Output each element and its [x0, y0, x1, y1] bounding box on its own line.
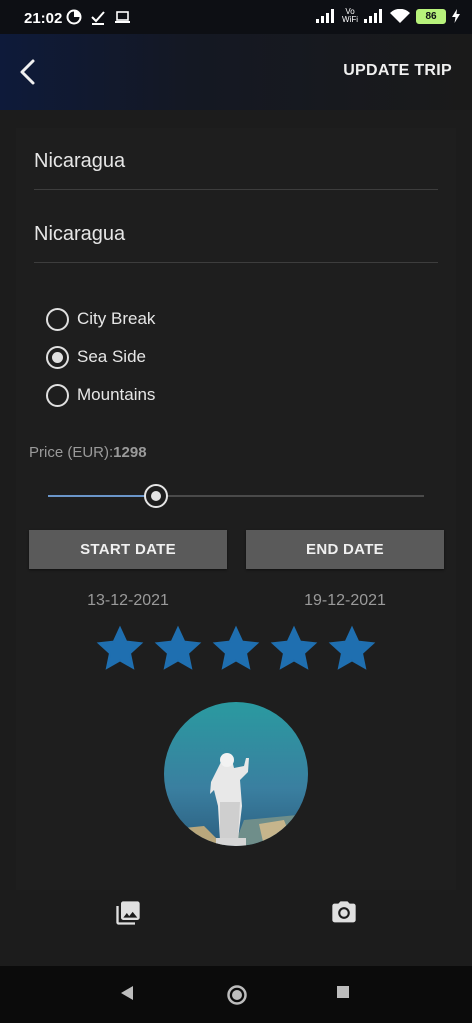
radio-label: Mountains [77, 385, 156, 404]
radio-label: City Break [77, 309, 156, 328]
statue-photo-image [164, 702, 308, 846]
task-done-icon [91, 11, 105, 25]
battery-indicator: 86 [416, 8, 446, 24]
gallery-button[interactable] [112, 897, 144, 929]
nav-recents-button[interactable] [335, 984, 351, 1005]
radio-city-break[interactable]: City Break [46, 300, 155, 338]
end-date-button[interactable]: END DATE [246, 530, 444, 569]
nav-back-button[interactable] [118, 984, 136, 1007]
slider-thumb[interactable] [144, 484, 168, 508]
destination-field[interactable] [34, 223, 438, 263]
radio-label: Sea Side [77, 347, 146, 366]
start-date-value: 13-12-2021 [87, 592, 169, 609]
trip-photo [164, 702, 308, 846]
wifi-icon [390, 8, 410, 23]
signal-icon [316, 9, 334, 23]
camera-button[interactable] [328, 897, 360, 929]
radio-button-checked-icon[interactable] [46, 345, 69, 369]
start-date-button[interactable]: START DATE [29, 530, 227, 569]
nav-back-icon [121, 986, 133, 1000]
status-time: 21:02 [24, 10, 63, 27]
vowifi-indicator: Vo WiFi [342, 7, 358, 24]
signal-2-icon [364, 9, 382, 23]
status-bar: 21:02 Vo WiFi 86 [0, 0, 472, 34]
trip-name-field[interactable] [34, 150, 438, 190]
price-value: 1298 [113, 444, 147, 461]
slider-fill [48, 495, 146, 497]
destination-input[interactable] [34, 223, 438, 246]
end-date-value: 19-12-2021 [304, 592, 386, 609]
charging-icon [452, 9, 460, 23]
trip-name-input[interactable] [34, 150, 438, 173]
trip-type-radio-group: City Break Sea Side Mountains [46, 300, 155, 414]
rating-bar[interactable] [96, 625, 376, 673]
back-button[interactable] [14, 56, 44, 88]
radio-sea-side[interactable]: Sea Side [46, 338, 155, 376]
nav-home-button[interactable] [226, 984, 248, 1011]
star-filled-icon[interactable] [270, 625, 318, 673]
radio-button-unchecked-icon[interactable] [46, 383, 69, 407]
photo-library-icon [116, 901, 140, 925]
star-filled-icon[interactable] [154, 625, 202, 673]
price-slider[interactable] [48, 480, 424, 512]
star-filled-icon[interactable] [96, 625, 144, 673]
radio-button-unchecked-icon[interactable] [46, 307, 69, 331]
nav-home-icon [227, 985, 247, 1005]
radio-mountains[interactable]: Mountains [46, 376, 155, 414]
star-filled-icon[interactable] [328, 625, 376, 673]
price-label: Price (EUR):1298 [29, 444, 147, 461]
star-filled-icon[interactable] [212, 625, 260, 673]
laptop-icon [115, 11, 130, 23]
nav-recents-icon [337, 986, 349, 998]
data-saver-icon [66, 9, 82, 25]
arrow-back-icon [20, 59, 35, 85]
system-nav-bar [0, 966, 472, 1023]
update-trip-button[interactable]: UPDATE TRIP [343, 62, 452, 80]
app-bar: UPDATE TRIP [0, 34, 472, 110]
camera-icon [332, 901, 356, 923]
